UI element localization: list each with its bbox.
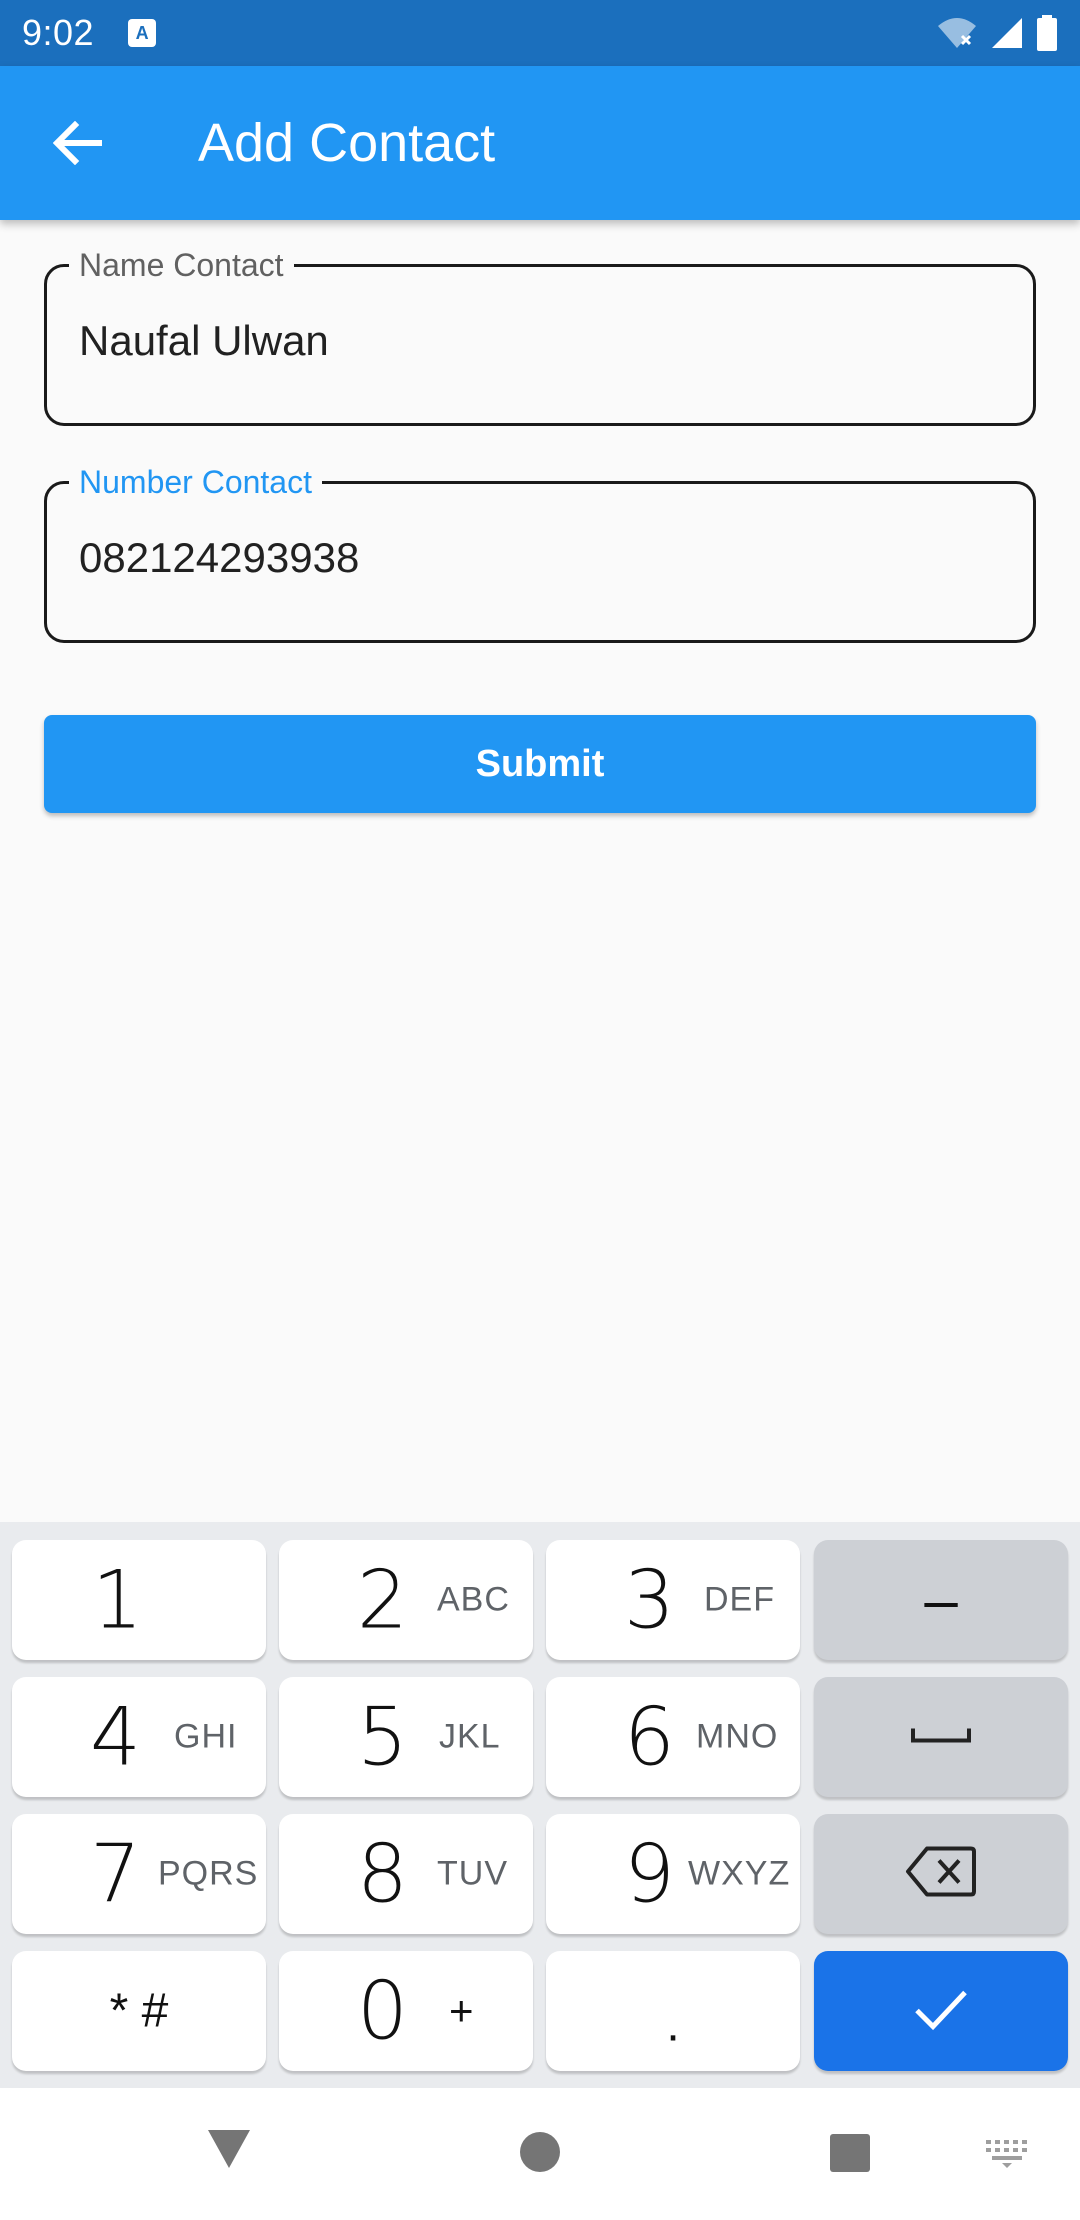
key-digit: 7: [90, 1827, 141, 1921]
key-digit: 8: [357, 1827, 408, 1921]
key-letters: PQRS: [158, 1854, 259, 1893]
key-1[interactable]: 1: [12, 1540, 266, 1660]
arrow-back-icon: [53, 121, 102, 165]
submit-button[interactable]: Submit: [44, 715, 1036, 813]
back-triangle-icon[interactable]: [206, 2128, 252, 2172]
status-bar: 9:02 A: [0, 0, 1080, 66]
back-button[interactable]: [18, 66, 138, 220]
system-nav-bar: [0, 2088, 1080, 2220]
key-digit: 9: [624, 1827, 675, 1921]
home-circle-icon[interactable]: [518, 2130, 562, 2174]
key-digit: 6: [624, 1690, 675, 1784]
key-8[interactable]: 8 TUV: [279, 1814, 533, 1934]
key-letters: TUV: [437, 1854, 508, 1893]
key-letters: JKL: [439, 1717, 501, 1756]
minus-key[interactable]: –: [814, 1540, 1068, 1660]
number-field-label: Number Contact: [69, 464, 322, 500]
battery-icon: [1037, 15, 1057, 51]
period-key[interactable]: .: [546, 1951, 800, 2071]
status-time: 9:02: [22, 12, 95, 53]
star-hash-symbol: * #: [109, 1984, 169, 2038]
key-digit: 2: [357, 1553, 408, 1647]
key-digit: 5: [357, 1690, 408, 1784]
key-letters: MNO: [696, 1717, 779, 1756]
key-7[interactable]: 7 PQRS: [12, 1814, 266, 1934]
a-letter-icon: A: [128, 19, 157, 47]
app-bar: Add Contact: [0, 66, 1080, 220]
key-0[interactable]: 0 +: [279, 1951, 533, 2071]
signal-icon: [992, 18, 1022, 48]
key-plus: +: [449, 1987, 475, 2034]
star-hash-key[interactable]: * #: [12, 1951, 266, 2071]
backspace-icon: [814, 1845, 1068, 1904]
key-3[interactable]: 3 DEF: [546, 1540, 800, 1660]
key-letters: ABC: [437, 1580, 510, 1619]
wifi-off-icon: [938, 18, 976, 48]
key-digit: 4: [90, 1690, 141, 1784]
key-5[interactable]: 5 JKL: [279, 1677, 533, 1797]
done-key[interactable]: [814, 1951, 1068, 2071]
key-digit: 0: [357, 1964, 408, 2058]
key-digit: 3: [624, 1553, 675, 1647]
status-icons: [936, 15, 1058, 51]
key-9[interactable]: 9 WXYZ: [546, 1814, 800, 1934]
keyboard-switch-icon[interactable]: [984, 2138, 1030, 2168]
key-letters: DEF: [704, 1580, 775, 1619]
period-symbol: .: [666, 1998, 680, 2052]
check-icon: [814, 1987, 1068, 2036]
name-field[interactable]: Name Contact Naufal Ulwan: [44, 247, 1036, 426]
number-field[interactable]: Number Contact 082124293938: [44, 464, 1036, 643]
key-letters: GHI: [174, 1717, 238, 1756]
name-field-label: Name Contact: [69, 247, 294, 283]
minus-symbol: –: [924, 1566, 958, 1634]
key-6[interactable]: 6 MNO: [546, 1677, 800, 1797]
name-input[interactable]: Naufal Ulwan: [79, 317, 979, 365]
number-input[interactable]: 082124293938: [79, 534, 979, 582]
numeric-keyboard: 1 2 ABC 3 DEF – 4 GHI 5 JKL 6 MNO 7 PQRS…: [0, 1522, 1080, 2088]
space-key[interactable]: [814, 1677, 1068, 1797]
backspace-key[interactable]: [814, 1814, 1068, 1934]
recents-square-icon[interactable]: [828, 2132, 872, 2174]
key-2[interactable]: 2 ABC: [279, 1540, 533, 1660]
page-title: Add Contact: [198, 113, 496, 173]
key-4[interactable]: 4 GHI: [12, 1677, 266, 1797]
space-bar-icon: [814, 1723, 1068, 1752]
key-digit: 1: [92, 1553, 143, 1647]
key-letters: WXYZ: [688, 1854, 791, 1893]
